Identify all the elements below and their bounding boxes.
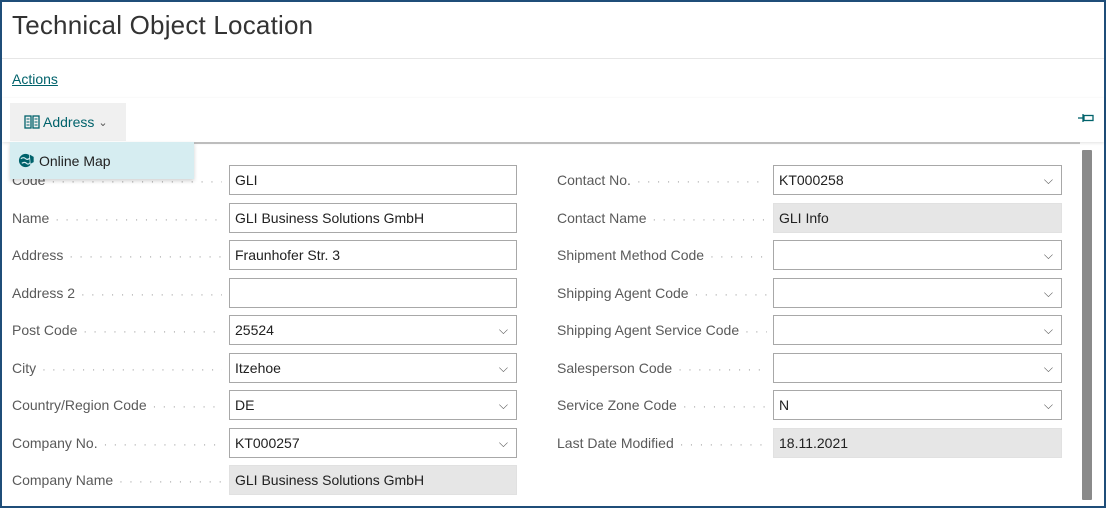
field-label-text: Contact Name [557, 209, 647, 226]
field-input-contact-name: GLI Info [773, 202, 1062, 233]
field-input-company-name: GLI Business Solutions GmbH [229, 465, 517, 495]
field-label-shipping-agent-code: Shipping Agent Code · · · · · · · · · · ·… [557, 278, 767, 308]
leader-dots: · · · · · · · · · · · · · · · · · · · · … [679, 438, 767, 451]
leader-dots: · · · · · · · · · · · · · · · · · · · · … [678, 363, 767, 376]
address-menu-label: Address [43, 114, 95, 130]
address-menu-button[interactable]: Address ⌄ [10, 103, 126, 141]
field-row-salesperson-code: Salesperson Code · · · · · · · · · · · · … [0, 352, 1106, 383]
address-book-icon [24, 115, 40, 129]
field-input-service-zone-code[interactable]: N ⌵ [773, 390, 1062, 420]
field-row-contact-name: Contact Name · · · · · · · · · · · · · · … [0, 202, 1106, 233]
chevron-down-icon[interactable]: ⌵ [1044, 316, 1053, 344]
field-input-contact-no[interactable]: KT000258 ⌵ [773, 165, 1062, 195]
field-label-shipping-agent-service-code: Shipping Agent Service Code · · · · · · ·… [557, 315, 767, 345]
field-label-shipment-method-code: Shipment Method Code · · · · · · · · · · … [557, 240, 767, 270]
action-bar [2, 98, 1104, 142]
page-title: Technical Object Location [12, 10, 314, 40]
field-input-shipment-method-code[interactable]: ⌵ [773, 240, 1062, 270]
field-label-text: Shipping Agent Code [557, 284, 689, 301]
field-input-last-date-modified: 18.11.2021 [773, 427, 1062, 458]
field-label-contact-no: Contact No. · · · · · · · · · · · · · · ·… [557, 165, 767, 195]
field-label-text: Service Zone Code [557, 397, 677, 413]
field-label-text: Company Name [12, 472, 114, 488]
field-row-shipping-agent-service-code: Shipping Agent Service Code · · · · · · ·… [0, 315, 1106, 345]
chevron-down-icon: ⌄ [98, 116, 108, 129]
field-label-service-zone-code: Service Zone Code · · · · · · · · · · · ·… [557, 390, 767, 420]
field-label-text: Salesperson Code [557, 359, 673, 376]
field-input-shipping-agent-code[interactable]: ⌵ [773, 277, 1062, 308]
leader-dots: · · · · · · · · · · · · · · · · · · · · … [682, 401, 767, 413]
menu-item-label: Online Map [39, 152, 111, 169]
field-value: KT000258 [779, 172, 844, 188]
field-label-text: Shipment Method Code [557, 247, 705, 263]
field-value: 18.11.2021 [779, 434, 849, 451]
chevron-down-icon[interactable]: ⌵ [1044, 391, 1053, 419]
chevron-down-icon[interactable]: ⌵ [1044, 279, 1053, 307]
actions-link[interactable]: Actions [12, 71, 58, 87]
leader-dots: · · · · · · · · · · · · · · · · · · · · … [119, 476, 222, 488]
field-label-contact-name: Contact Name · · · · · · · · · · · · · · … [557, 203, 767, 233]
field-label-salesperson-code: Salesperson Code · · · · · · · · · · · · … [557, 353, 767, 383]
header-divider [2, 58, 1104, 59]
field-row-last-date-modified: Last Date Modified · · · · · · · · · · · … [0, 427, 1106, 458]
chevron-down-icon[interactable]: ⌵ [1044, 166, 1053, 194]
leader-dots: · · · · · · · · · · · · · · · · · · · · … [652, 213, 767, 226]
field-label-text: Last Date Modified [557, 434, 674, 451]
globe-icon [18, 153, 35, 168]
menu-item-online-map[interactable]: Online Map [10, 142, 194, 179]
field-value: GLI Info [779, 209, 829, 226]
pin-icon[interactable] [1078, 111, 1094, 126]
field-row-company-name: Company Name · · · · · · · · · · · · · · … [0, 465, 1106, 495]
leader-dots: · · · · · · · · · · · · · · · · · · · · … [636, 176, 767, 188]
chevron-down-icon[interactable]: ⌵ [1044, 241, 1053, 269]
field-label-text: Shipping Agent Service Code [557, 322, 740, 338]
field-label-text: Contact No. [557, 172, 631, 188]
leader-dots: · · · · · · · · · · · · · · · · · · · · … [694, 288, 767, 301]
leader-dots: · · · · · · · · · · · · · · · · · · · · … [710, 251, 767, 263]
field-input-salesperson-code[interactable]: ⌵ [773, 352, 1062, 383]
field-label-company-name: Company Name · · · · · · · · · · · · · · … [12, 465, 222, 495]
field-label-last-date-modified: Last Date Modified · · · · · · · · · · · … [557, 428, 767, 458]
field-row-shipment-method-code: Shipment Method Code · · · · · · · · · · … [0, 240, 1106, 270]
field-value: GLI Business Solutions GmbH [235, 472, 425, 488]
chevron-down-icon[interactable]: ⌵ [1044, 354, 1053, 382]
field-input-shipping-agent-service-code[interactable]: ⌵ [773, 315, 1062, 345]
field-row-service-zone-code: Service Zone Code · · · · · · · · · · · ·… [0, 390, 1106, 420]
leader-dots: · · · · · · · · · · · · · · · · · · · · … [745, 326, 767, 338]
field-row-shipping-agent-code: Shipping Agent Code · · · · · · · · · · ·… [0, 277, 1106, 308]
field-value: N [779, 397, 790, 413]
